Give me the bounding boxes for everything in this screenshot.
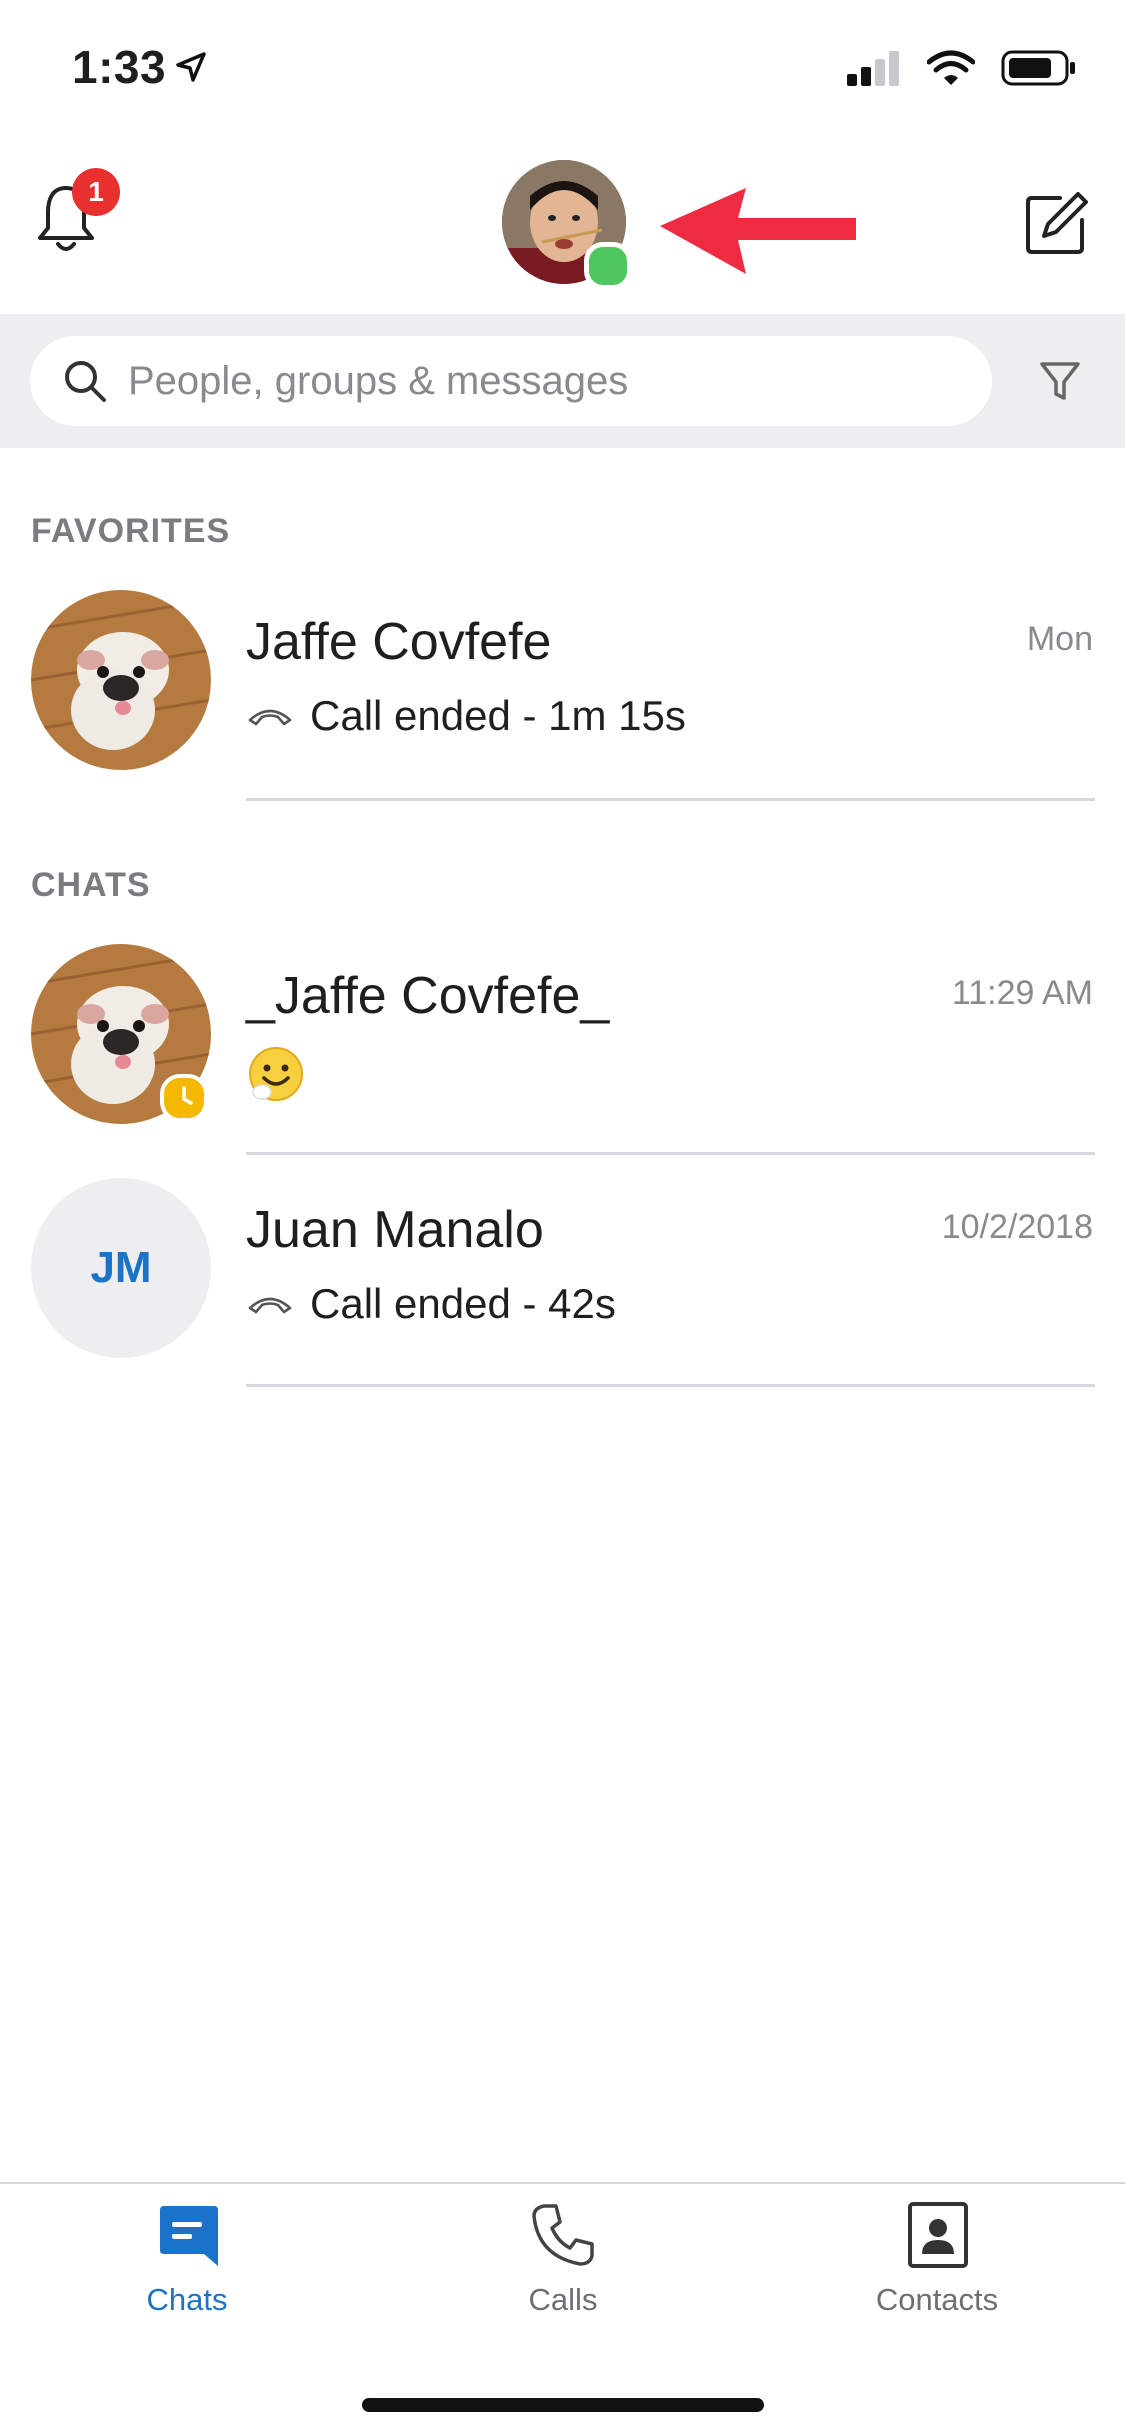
- filter-icon[interactable]: [1036, 356, 1084, 404]
- last-activity-time: 10/2/2018: [941, 1208, 1093, 1246]
- contact-avatar[interactable]: [31, 590, 211, 770]
- battery-icon: [1001, 50, 1075, 86]
- tab-label-calls: Calls: [528, 2282, 598, 2317]
- location-arrow-icon: [176, 52, 206, 82]
- row-divider: [246, 1152, 1095, 1155]
- row-divider: [246, 1384, 1095, 1387]
- home-indicator[interactable]: [362, 2398, 764, 2412]
- tab-label-contacts: Contacts: [875, 2282, 999, 2317]
- status-time-text: 1:33: [72, 41, 167, 93]
- last-message-preview: [246, 1044, 306, 1104]
- initials-avatar[interactable]: JM: [31, 1178, 211, 1358]
- last-message-preview: Call ended - 42s: [246, 1280, 616, 1328]
- wifi-icon: [927, 50, 975, 85]
- search-input[interactable]: People, groups & messages: [30, 336, 992, 426]
- search-placeholder: People, groups & messages: [128, 358, 629, 403]
- status-time: 1:33: [72, 40, 206, 94]
- chat-name[interactable]: _Jaffe Covfefe_: [246, 966, 609, 1026]
- online-status-dot: [584, 242, 632, 290]
- tab-bar-divider: [0, 2182, 1125, 2184]
- chats-icon: [160, 2206, 218, 2266]
- phone-icon: [532, 2204, 594, 2266]
- smiley-emoticon-icon: [249, 1047, 303, 1101]
- tab-chats[interactable]: Chats: [77, 2200, 297, 2318]
- call-ended-icon: [248, 1297, 292, 1314]
- compose-icon[interactable]: [1024, 190, 1090, 256]
- bulldog-photo: [31, 590, 211, 770]
- call-ended-icon: [248, 709, 292, 726]
- last-activity-time: Mon: [1026, 620, 1093, 658]
- section-header-favorites: FAVORITES: [31, 512, 231, 550]
- last-activity-time: 11:29 AM: [951, 974, 1093, 1012]
- section-header-chats: CHATS: [31, 866, 151, 904]
- tab-label-chats: Chats: [146, 2282, 228, 2317]
- cellular-signal-icon: [847, 51, 899, 86]
- tab-contacts[interactable]: Contacts: [827, 2200, 1047, 2318]
- last-message-preview: Call ended - 1m 15s: [246, 692, 686, 740]
- status-indicators: [845, 50, 1077, 86]
- tab-calls[interactable]: Calls: [453, 2200, 673, 2318]
- red-arrow-annotation: [660, 188, 856, 274]
- row-divider: [246, 798, 1095, 801]
- last-message-text: Call ended - 42s: [310, 1280, 616, 1327]
- search-icon: [65, 361, 106, 402]
- contacts-book-icon: [908, 2202, 968, 2268]
- contact-name[interactable]: Jaffe Covfefe: [246, 612, 551, 672]
- chat-name[interactable]: Juan Manalo: [246, 1200, 544, 1260]
- notification-badge: 1: [72, 168, 120, 216]
- away-status-clock-icon: [160, 1074, 208, 1122]
- last-message-text: Call ended - 1m 15s: [310, 692, 686, 739]
